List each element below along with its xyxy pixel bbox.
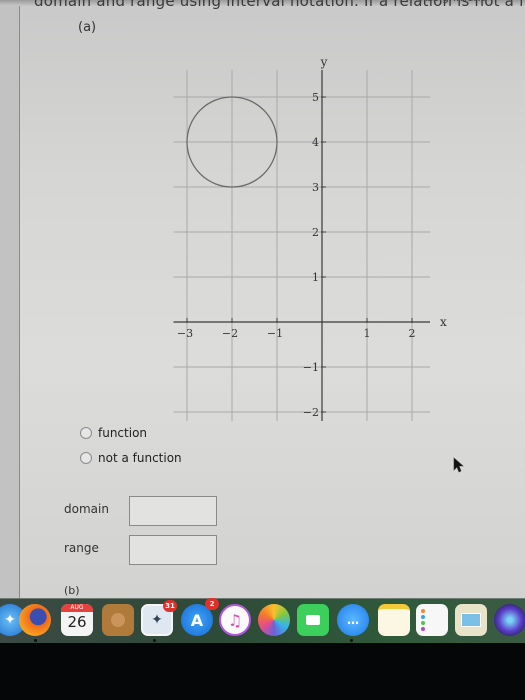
- safari-icon: ✦: [4, 612, 16, 628]
- music-icon: ♫: [227, 610, 243, 630]
- mouse-cursor-icon: [453, 457, 464, 473]
- y-tick-label: 4: [312, 136, 319, 149]
- mail-badge: 31: [163, 600, 177, 612]
- running-indicator: [350, 639, 353, 642]
- facetime-icon: [306, 615, 320, 625]
- dock: ✦ AUG 26 ✦ 31 A 2 ♫ …: [0, 598, 525, 643]
- x-tick-label: 2: [409, 327, 416, 340]
- x-tick-label: −1: [267, 327, 283, 340]
- dock-messages[interactable]: …: [337, 604, 369, 636]
- app-store-badge: 2: [205, 598, 219, 610]
- preview-icon: [461, 613, 481, 627]
- dock-contacts[interactable]: [102, 604, 134, 636]
- axes: [173, 70, 430, 421]
- sidebar-strip: [0, 0, 19, 600]
- y-tick-label: 3: [312, 181, 319, 194]
- reminders-icon: [421, 609, 425, 631]
- dock-facetime[interactable]: [297, 604, 329, 636]
- option-function[interactable]: function: [80, 426, 147, 440]
- y-tick-label: −1: [303, 361, 319, 374]
- dock-mail[interactable]: ✦ 31: [141, 600, 177, 636]
- assignment-header: Assignment: [420, 0, 485, 4]
- dock-itunes[interactable]: ♫: [219, 604, 251, 636]
- dock-calendar[interactable]: AUG 26: [61, 604, 93, 636]
- range-label: range: [64, 541, 99, 555]
- dock-siri[interactable]: [494, 604, 525, 636]
- messages-icon: …: [347, 613, 359, 627]
- radio-function[interactable]: [80, 427, 92, 439]
- y-tick-label: 5: [312, 91, 319, 104]
- ticks: [186, 96, 413, 413]
- option-not-a-function[interactable]: not a function: [80, 451, 182, 465]
- range-input[interactable]: [129, 535, 217, 565]
- dock-notes[interactable]: [378, 604, 410, 636]
- dock-app-store[interactable]: A 2: [181, 598, 219, 636]
- dock-photos[interactable]: [258, 604, 290, 636]
- calendar-month: AUG: [61, 604, 93, 612]
- y-axis-label: y: [320, 55, 328, 69]
- contacts-icon: [111, 613, 125, 627]
- x-tick-label: 1: [364, 327, 371, 340]
- tick-labels: −3 −2 −1 1 2 5 4 3 2 1 −1 −2: [177, 91, 416, 419]
- option-function-label: function: [98, 426, 148, 440]
- y-tick-label: 2: [312, 226, 319, 239]
- dock-preview[interactable]: [455, 604, 487, 636]
- y-tick-label: −2: [303, 406, 319, 419]
- dock-firefox[interactable]: [19, 604, 51, 636]
- y-tick-label: 1: [312, 271, 319, 284]
- grid-lines: [173, 70, 430, 421]
- x-tick-label: −2: [222, 327, 238, 340]
- coordinate-graph: −3 −2 −1 1 2 5 4 3 2 1 −1 −2 x y: [173, 55, 447, 421]
- part-a-label: (a): [78, 20, 97, 35]
- part-b-label: (b): [64, 584, 80, 597]
- content-border: [19, 0, 20, 600]
- mail-icon: ✦: [151, 612, 163, 628]
- domain-input[interactable]: [129, 496, 217, 526]
- browser-page: domain and range using interval notation…: [0, 0, 525, 600]
- x-tick-label: −3: [177, 327, 193, 340]
- calendar-day: 26: [67, 613, 87, 631]
- running-indicator: [34, 639, 37, 642]
- option-not-a-function-label: not a function: [98, 451, 182, 465]
- x-axis-label: x: [440, 315, 447, 329]
- app-store-icon: A: [190, 610, 204, 630]
- dock-reminders[interactable]: [416, 604, 448, 636]
- radio-not-a-function[interactable]: [80, 452, 92, 464]
- domain-label: domain: [64, 502, 109, 516]
- running-indicator: [153, 639, 156, 642]
